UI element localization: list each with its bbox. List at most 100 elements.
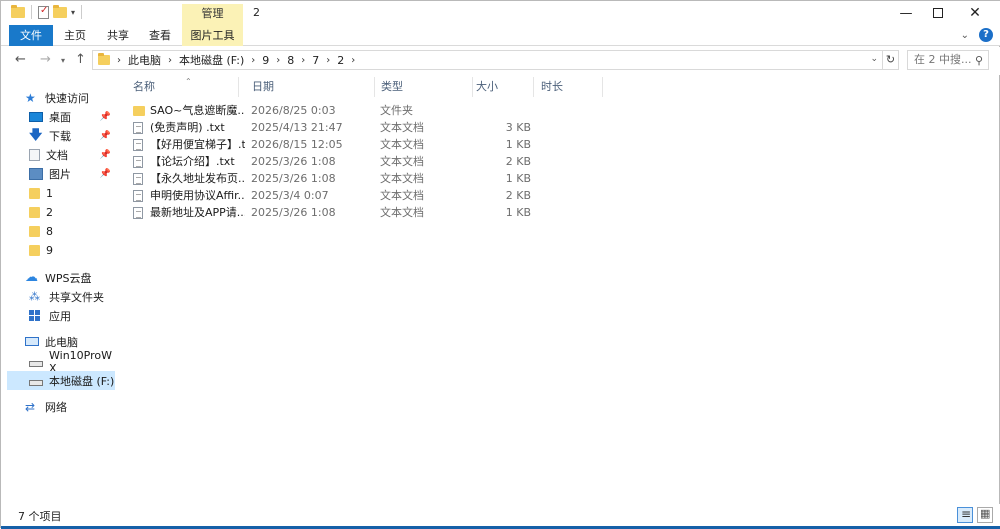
column-header-size[interactable]: 大小 (466, 77, 534, 97)
breadcrumb-2[interactable]: 2 (337, 54, 344, 67)
new-folder-icon[interactable] (53, 4, 67, 18)
address-history-icon[interactable]: ⌄ (870, 54, 878, 64)
file-row[interactable]: 【论坛介绍】.txt 2025/3/26 1:08 文本文档 2 KB (129, 153, 549, 170)
breadcrumb-this-pc[interactable]: 此电脑 (128, 52, 161, 68)
computer-icon (25, 337, 39, 346)
chevron-right-icon[interactable]: › (351, 55, 355, 66)
file-date: 2025/3/26 1:08 (251, 206, 336, 219)
forward-arrow-icon[interactable]: → (40, 52, 51, 67)
folder-icon (11, 4, 25, 18)
large-icons-view-button[interactable] (977, 507, 993, 523)
column-header-duration[interactable]: 时长 (531, 77, 603, 97)
sidebar-item-desktop[interactable]: 桌面 📌 (7, 107, 115, 126)
breadcrumb-9[interactable]: 9 (262, 54, 269, 67)
refresh-icon: ↻ (885, 53, 896, 66)
sidebar-item-drive-c[interactable]: Win10ProW X (7, 349, 115, 375)
sidebar-item-folder-1[interactable]: 1 (7, 184, 115, 203)
item-count: 7 个项目 (18, 510, 62, 523)
file-row[interactable]: 最新地址及APP请... 2025/3/26 1:08 文本文档 1 KB (129, 204, 549, 221)
file-size: 3 KB (505, 121, 531, 134)
tab-view[interactable]: 查看 (149, 25, 171, 46)
properties-icon[interactable] (38, 5, 49, 19)
help-icon[interactable]: ? (979, 28, 993, 42)
details-view-button[interactable] (957, 507, 973, 523)
sidebar-item-folder-9[interactable]: 9 (7, 241, 115, 260)
tab-picture-tools[interactable]: 图片工具 (182, 25, 243, 46)
sidebar-item-folder-2[interactable]: 2 (7, 203, 115, 222)
folder-icon (29, 207, 40, 218)
breadcrumb-7[interactable]: 7 (312, 54, 319, 67)
folder-icon (98, 53, 110, 65)
breadcrumb-8[interactable]: 8 (287, 54, 294, 67)
file-name-cell[interactable]: SAO~气息遮断魔... (133, 102, 245, 119)
file-name-cell[interactable]: 【论坛介绍】.txt (133, 153, 245, 170)
address-bar[interactable]: › 此电脑 › 本地磁盘 (F:) › 9 › 8 › 7 › 2 › ⌄ (92, 50, 883, 70)
file-date: 2025/3/4 0:07 (251, 189, 329, 202)
file-size: 1 KB (505, 206, 531, 219)
customize-qat-icon[interactable]: ▾ (71, 8, 75, 17)
chevron-right-icon[interactable]: › (117, 55, 121, 66)
file-name: (免责声明) .txt (150, 121, 225, 134)
text-file-icon (133, 189, 143, 202)
chevron-right-icon[interactable]: › (251, 55, 255, 66)
file-name-cell[interactable]: 【好用便宜梯子】.txt (133, 136, 245, 153)
download-icon (29, 130, 43, 142)
tab-home[interactable]: 主页 (64, 25, 86, 46)
sidebar-item-wps-cloud[interactable]: ☁ WPS云盘 (7, 268, 115, 287)
up-arrow-icon[interactable]: ↑ (75, 52, 86, 67)
drive-icon (29, 360, 43, 367)
tab-file[interactable]: 文件 (9, 25, 53, 46)
file-row[interactable]: 申明使用协议Affir... 2025/3/4 0:07 文本文档 2 KB (129, 187, 549, 204)
column-header-name[interactable]: ⌃ 名称 (123, 77, 239, 97)
sidebar-item-label: 此电脑 (45, 335, 78, 349)
sidebar-item-documents[interactable]: 文档 📌 (7, 145, 115, 164)
file-name: 【好用便宜梯子】.txt (150, 138, 245, 151)
refresh-button[interactable]: ↻ (883, 50, 899, 70)
sidebar-item-folder-8[interactable]: 8 (7, 222, 115, 241)
file-row[interactable]: SAO~气息遮断魔... 2026/8/25 0:03 文件夹 (129, 102, 549, 119)
sidebar-item-shared-folder[interactable]: ⁂ 共享文件夹 (7, 287, 115, 306)
sidebar-item-apps[interactable]: 应用 (7, 306, 115, 325)
column-header-type[interactable]: 类型 (371, 77, 473, 97)
search-placeholder: 在 2 中搜... (914, 53, 972, 66)
sidebar-item-label: 8 (46, 225, 53, 238)
sidebar-item-label: 应用 (49, 309, 71, 323)
file-row[interactable]: (免责声明) .txt 2025/4/13 21:47 文本文档 3 KB (129, 119, 549, 136)
file-size: 2 KB (505, 155, 531, 168)
sidebar-item-quick-access[interactable]: ★ 快速访问 (7, 88, 115, 107)
column-header-date[interactable]: 日期 (242, 77, 375, 97)
file-row[interactable]: 【永久地址发布页... 2025/3/26 1:08 文本文档 1 KB (129, 170, 549, 187)
ribbon-tabs: 文件 主页 共享 查看 图片工具 ⌄ ? (1, 25, 1000, 46)
sidebar-item-pictures[interactable]: 图片 📌 (7, 164, 115, 183)
file-row[interactable]: 【好用便宜梯子】.txt 2026/8/15 12:05 文本文档 1 KB (129, 136, 549, 153)
maximize-button[interactable] (921, 1, 955, 25)
file-name-cell[interactable]: 申明使用协议Affir... (133, 187, 245, 204)
chevron-right-icon[interactable]: › (168, 55, 172, 66)
sidebar-item-label: 网络 (45, 400, 67, 414)
sidebar-item-label: 本地磁盘 (F:) (49, 374, 115, 388)
expand-ribbon-icon[interactable]: ⌄ (961, 30, 969, 41)
chevron-right-icon[interactable]: › (301, 55, 305, 66)
close-button[interactable]: ✕ (958, 1, 992, 25)
tab-share[interactable]: 共享 (107, 25, 129, 46)
pin-icon[interactable]: 📌 (100, 112, 111, 122)
breadcrumb-drive[interactable]: 本地磁盘 (F:) (179, 52, 244, 68)
minimize-button[interactable]: — (889, 1, 923, 25)
file-name-cell[interactable]: 最新地址及APP请... (133, 204, 245, 221)
chevron-right-icon[interactable]: › (326, 55, 330, 66)
file-name-cell[interactable]: 【永久地址发布页... (133, 170, 245, 187)
recent-locations-icon[interactable]: ▾ (61, 56, 65, 65)
search-input[interactable]: 在 2 中搜... ⚲ (907, 50, 989, 70)
pin-icon[interactable]: 📌 (100, 150, 111, 160)
sidebar-item-network[interactable]: ⇄ 网络 (7, 397, 115, 416)
sidebar-item-downloads[interactable]: 下载 📌 (7, 126, 115, 145)
sidebar-item-drive-f[interactable]: 本地磁盘 (F:) (7, 371, 115, 390)
chevron-right-icon[interactable]: › (276, 55, 280, 66)
file-name: 【永久地址发布页... (150, 172, 245, 185)
back-arrow-icon[interactable]: ← (15, 52, 26, 67)
pin-icon[interactable]: 📌 (100, 131, 111, 141)
pin-icon[interactable]: 📌 (100, 169, 111, 179)
text-file-icon (133, 172, 143, 185)
file-name-cell[interactable]: (免责声明) .txt (133, 119, 245, 136)
file-name: 【论坛介绍】.txt (150, 155, 235, 168)
